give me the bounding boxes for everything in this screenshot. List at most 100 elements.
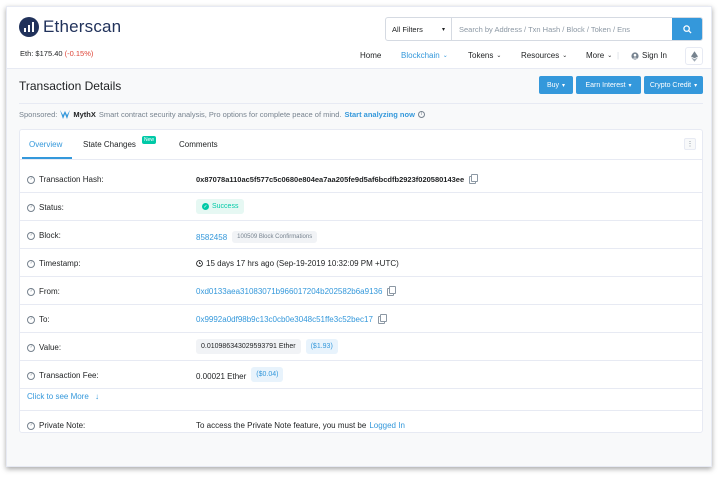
- chevron-down-icon: ⌄: [607, 53, 613, 59]
- fee-amount: 0.00021 Ether: [196, 372, 247, 381]
- nav-home[interactable]: Home: [360, 51, 381, 60]
- tab-comments[interactable]: Comments: [179, 140, 218, 149]
- info-icon[interactable]: i: [417, 111, 425, 118]
- chevron-down-icon: ⌄: [562, 53, 568, 59]
- chevron-down-icon: ▾: [694, 82, 698, 89]
- question-icon[interactable]: ?: [27, 259, 35, 268]
- chevron-down-icon: ⌄: [496, 53, 502, 59]
- from-address-link[interactable]: 0xd0133aea31083071b966017204b202582b6a91…: [196, 287, 382, 296]
- nav-tokens[interactable]: Tokens ⌄: [468, 51, 501, 60]
- row-private-note: ? Private Note: To access the Private Not…: [20, 410, 702, 438]
- fee-usd: ($0.04): [251, 367, 284, 382]
- hash-value: 0x87078a110ac5f577c5c0680e804ea7aa205fe9…: [196, 175, 465, 184]
- question-icon[interactable]: ?: [27, 371, 35, 380]
- etherscan-logo-icon: [19, 17, 39, 37]
- mythx-logo-icon: [60, 110, 71, 119]
- timestamp-label: Timestamp:: [39, 259, 81, 268]
- tab-state-changes[interactable]: State Changes: [83, 140, 136, 149]
- question-icon[interactable]: ?: [27, 231, 35, 240]
- sign-in-link[interactable]: Sign In: [631, 51, 667, 60]
- chevron-down-icon: ▾: [628, 82, 632, 89]
- from-label: From:: [39, 287, 60, 296]
- sign-in-label: Sign In: [642, 51, 667, 60]
- question-icon[interactable]: ?: [27, 315, 35, 324]
- active-tab-indicator: [22, 157, 72, 159]
- block-label: Block:: [39, 231, 61, 240]
- search-input[interactable]: Search by Address / Txn Hash / Block / T…: [452, 18, 672, 40]
- click-to-see-more-link[interactable]: Click to see More ↓: [27, 392, 99, 401]
- row-from: ? From: 0xd0133aea31083071b966017204b2025…: [20, 277, 702, 305]
- tab-bar: Overview State Changes New Comments ⋮: [20, 130, 702, 160]
- status-value: Success: [212, 203, 239, 210]
- question-icon[interactable]: ?: [27, 287, 35, 296]
- arrow-down-icon: ↓: [95, 392, 100, 401]
- timestamp-value: 15 days 17 hrs ago (Sep-19-2019 10:32:09…: [206, 259, 399, 268]
- nav-more-label: More: [586, 51, 605, 60]
- row-to: ? To: 0x9992a0df98b9c13c0cb0e3048c51ffe3c…: [20, 305, 702, 333]
- more-options-button[interactable]: ⋮: [684, 138, 696, 150]
- chevron-down-icon: ▾: [562, 82, 566, 89]
- question-icon[interactable]: ?: [27, 343, 35, 352]
- clock-icon: [196, 260, 203, 267]
- logged-in-link[interactable]: Logged In: [369, 421, 405, 430]
- copy-icon[interactable]: [469, 173, 479, 184]
- eth-price: Eth: $175.40 (-0.15%): [20, 49, 93, 58]
- new-badge: New: [142, 136, 157, 144]
- value-label: Value:: [39, 343, 62, 352]
- ethereum-icon: [690, 50, 698, 62]
- question-icon[interactable]: ?: [27, 203, 35, 212]
- chevron-down-icon: ▾: [441, 26, 445, 33]
- hash-label: Transaction Hash:: [39, 175, 104, 184]
- earn-interest-label: Earn Interest: [585, 81, 626, 89]
- nav-home-label: Home: [360, 51, 382, 60]
- search-bar: All Filters ▾ Search by Address / Txn Ha…: [385, 17, 703, 41]
- search-icon: [682, 24, 692, 34]
- fee-label: Transaction Fee:: [39, 371, 99, 380]
- search-filter-select[interactable]: All Filters ▾: [386, 18, 452, 40]
- question-icon[interactable]: ?: [27, 421, 35, 430]
- sponsor-brand: MythX: [73, 110, 96, 119]
- crypto-credit-button[interactable]: Crypto Credit ▾: [644, 76, 703, 94]
- logo[interactable]: Etherscan: [19, 17, 121, 37]
- value-usd: ($1.93): [305, 339, 338, 354]
- block-link[interactable]: 8582458: [196, 233, 227, 242]
- copy-icon[interactable]: [387, 285, 397, 296]
- note-text: To access the Private Note feature, you …: [196, 421, 367, 430]
- network-switch-button[interactable]: [685, 47, 703, 65]
- row-value: ? Value: 0.010986343029593791 Ether ($1.93…: [20, 333, 702, 361]
- block-confirmations-badge: 100509 Block Confirmations: [232, 231, 318, 243]
- crypto-credit-label: Crypto Credit: [649, 81, 692, 89]
- note-label: Private Note:: [39, 421, 86, 430]
- nav-resources[interactable]: Resources ⌄: [521, 51, 567, 60]
- logo-text: Etherscan: [43, 17, 122, 36]
- earn-interest-button[interactable]: Earn Interest ▾: [576, 76, 641, 94]
- eth-price-change: (-0.15%): [64, 49, 94, 58]
- tab-overview[interactable]: Overview: [29, 140, 62, 149]
- site-header: Etherscan Eth: $175.40 (-0.15%) All Filt…: [7, 7, 711, 69]
- nav-blockchain-label: Blockchain: [401, 51, 440, 60]
- copy-icon[interactable]: [377, 313, 387, 324]
- transaction-card: Overview State Changes New Comments ⋮ ? T…: [19, 129, 703, 433]
- to-address-link[interactable]: 0x9992a0df98b9c13c0cb0e3048c51ffe3c52bec…: [196, 315, 373, 324]
- sponsor-cta-link[interactable]: Start analyzing now: [344, 110, 414, 119]
- nav-blockchain[interactable]: Blockchain ⌄: [401, 51, 448, 60]
- kebab-icon: ⋮: [686, 140, 694, 148]
- browser-frame: Etherscan Eth: $175.40 (-0.15%) All Filt…: [6, 6, 712, 467]
- status-label: Status:: [39, 203, 64, 212]
- buy-button[interactable]: Buy ▾: [539, 76, 573, 94]
- question-icon[interactable]: ?: [27, 175, 35, 184]
- search-button[interactable]: [672, 18, 702, 40]
- row-transaction-fee: ? Transaction Fee: 0.00021 Ether ($0.04): [20, 361, 702, 389]
- nav-resources-label: Resources: [521, 51, 560, 60]
- divider: [19, 103, 703, 104]
- to-label: To:: [39, 315, 50, 324]
- row-timestamp: ? Timestamp: 15 days 17 hrs ago (Sep-19-2…: [20, 249, 702, 277]
- row-transaction-hash: ? Transaction Hash: 0x87078a110ac5f577c5c…: [20, 165, 702, 193]
- chevron-down-icon: ⌄: [442, 53, 448, 59]
- nav-more[interactable]: More ⌄: [586, 51, 612, 60]
- sponsor-text: Smart contract security analysis, Pro op…: [98, 110, 342, 119]
- status-badge: ✓ Success: [196, 199, 245, 214]
- sponsored-banner: Sponsored: MythX Smart contract security…: [19, 110, 425, 119]
- search-filter-label: All Filters: [392, 24, 423, 34]
- nav-divider: |: [617, 51, 620, 60]
